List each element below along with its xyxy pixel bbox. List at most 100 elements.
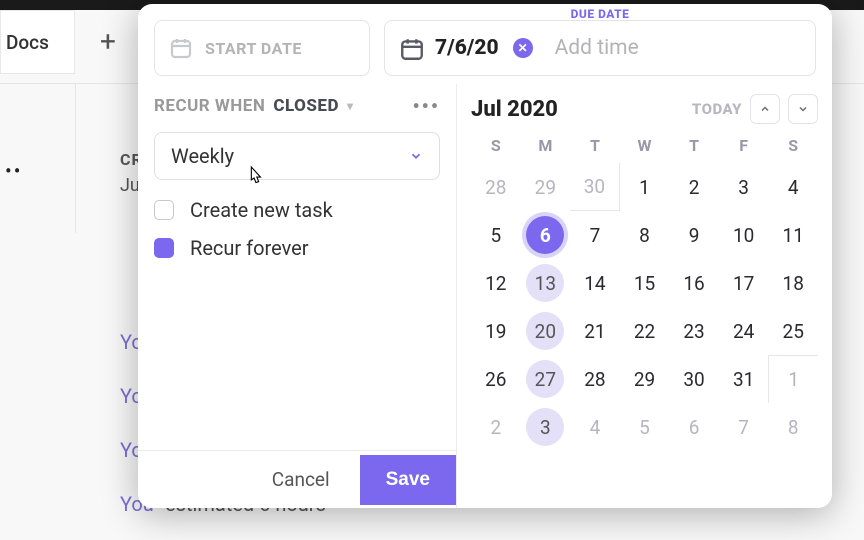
calendar-day[interactable]: 15 xyxy=(620,259,670,307)
calendar-dow: T xyxy=(570,136,620,155)
calendar-day[interactable]: 4 xyxy=(768,163,818,211)
calendar-week: 2345678 xyxy=(471,403,818,451)
calendar-dow: S xyxy=(471,136,521,155)
next-month-button[interactable] xyxy=(788,94,818,124)
calendar-icon xyxy=(399,36,423,60)
calendar-day[interactable]: 14 xyxy=(570,259,620,307)
calendar-day[interactable]: 19 xyxy=(471,307,521,355)
calendar-dow: S xyxy=(768,136,818,155)
calendar-day[interactable]: 31 xyxy=(719,355,769,403)
selected-day-marker: 6 xyxy=(526,216,564,254)
calendar-day[interactable]: 27 xyxy=(521,355,571,403)
calendar-day[interactable]: 8 xyxy=(768,403,818,451)
calendar-day[interactable]: 7 xyxy=(570,211,620,259)
calendar-day[interactable]: 28 xyxy=(471,163,521,211)
calendar-day[interactable]: 22 xyxy=(620,307,670,355)
calendar-day[interactable]: 9 xyxy=(669,211,719,259)
recurrence-panel: RECUR WHEN CLOSED ▾ ••• Weekly Create ne… xyxy=(138,84,457,508)
calendar-day[interactable]: 5 xyxy=(471,211,521,259)
cancel-button[interactable]: Cancel xyxy=(266,468,336,491)
recur-trigger-select[interactable]: RECUR WHEN CLOSED ▾ ••• xyxy=(154,94,440,118)
create-new-task-label: Create new task xyxy=(190,198,333,222)
calendar-day[interactable]: 2 xyxy=(471,403,521,451)
recur-state: CLOSED xyxy=(273,96,339,116)
calendar-day[interactable]: 11 xyxy=(768,211,818,259)
calendar-day[interactable]: 29 xyxy=(521,163,571,211)
calendar-week: 12131415161718 xyxy=(471,259,818,307)
calendar-day[interactable]: 20 xyxy=(521,307,571,355)
frequency-dropdown[interactable]: Weekly xyxy=(154,132,440,180)
calendar-day[interactable]: 23 xyxy=(669,307,719,355)
calendar-grid: 2829301234567891011121314151617181920212… xyxy=(471,163,818,451)
calendar-day[interactable]: 29 xyxy=(620,355,670,403)
calendar-day[interactable]: 7 xyxy=(719,403,769,451)
calendar-icon xyxy=(169,36,193,60)
recur-forever-label: Recur forever xyxy=(190,236,309,260)
calendar-day[interactable]: 13 xyxy=(521,259,571,307)
calendar-day[interactable]: 30 xyxy=(669,355,719,403)
calendar-day[interactable]: 24 xyxy=(719,307,769,355)
calendar-day[interactable]: 10 xyxy=(719,211,769,259)
recur-prefix: RECUR WHEN xyxy=(154,96,265,116)
recur-forever-option[interactable]: Recur forever xyxy=(154,236,440,260)
calendar-day[interactable]: 25 xyxy=(768,307,818,355)
chevron-down-icon: ▾ xyxy=(347,99,354,113)
recurring-day-marker: 13 xyxy=(526,264,564,302)
calendar-dow: F xyxy=(719,136,769,155)
calendar-day[interactable]: 28 xyxy=(570,355,620,403)
calendar-day[interactable]: 17 xyxy=(719,259,769,307)
clear-due-date-icon[interactable]: ✕ xyxy=(513,38,533,58)
add-time-button[interactable]: Add time xyxy=(555,36,639,60)
calendar-day[interactable]: 3 xyxy=(521,403,571,451)
calendar-month-title: Jul 2020 xyxy=(471,97,558,122)
create-new-task-option[interactable]: Create new task xyxy=(154,198,440,222)
calendar-header: Jul 2020 TODAY xyxy=(471,94,818,124)
tab-docs-label: Docs xyxy=(6,31,49,54)
calendar-day[interactable]: 4 xyxy=(570,403,620,451)
start-date-field[interactable]: START DATE xyxy=(154,20,370,76)
footer: Cancel Save xyxy=(138,450,456,508)
calendar-day[interactable]: 1 xyxy=(768,355,818,403)
calendar-day[interactable]: 8 xyxy=(620,211,670,259)
due-date-label: DUE DATE xyxy=(571,7,630,21)
calendar-day[interactable]: 1 xyxy=(620,163,670,211)
calendar-day[interactable]: 6 xyxy=(521,211,571,259)
calendar-dow: W xyxy=(620,136,670,155)
calendar-day[interactable]: 16 xyxy=(669,259,719,307)
calendar-day[interactable]: 26 xyxy=(471,355,521,403)
recurring-day-marker: 20 xyxy=(526,312,564,350)
start-date-placeholder: START DATE xyxy=(205,39,302,58)
popup-body: RECUR WHEN CLOSED ▾ ••• Weekly Create ne… xyxy=(138,84,832,508)
recurring-day-marker: 27 xyxy=(526,360,564,398)
calendar-week: 2829301234 xyxy=(471,163,818,211)
date-row: START DATE DUE DATE 7/6/20 ✕ Add time xyxy=(138,4,832,84)
calendar-dow: T xyxy=(669,136,719,155)
more-options-icon[interactable]: ••• xyxy=(412,94,440,118)
due-date-field[interactable]: DUE DATE 7/6/20 ✕ Add time xyxy=(384,20,816,76)
calendar-day[interactable]: 5 xyxy=(620,403,670,451)
more-icon[interactable]: •• xyxy=(5,159,23,183)
calendar-dow-row: SMTWTFS xyxy=(471,136,818,155)
calendar-day[interactable]: 3 xyxy=(719,163,769,211)
calendar-day[interactable]: 12 xyxy=(471,259,521,307)
calendar-week: 2627282930311 xyxy=(471,355,818,403)
calendar-day[interactable]: 18 xyxy=(768,259,818,307)
chevron-down-icon xyxy=(409,144,423,168)
calendar-panel: Jul 2020 TODAY SMTWTFS 28293012345678910… xyxy=(457,84,832,508)
calendar-day[interactable]: 21 xyxy=(570,307,620,355)
prev-month-button[interactable] xyxy=(750,94,780,124)
add-tab-icon[interactable]: + xyxy=(100,25,116,58)
calendar-day[interactable]: 2 xyxy=(669,163,719,211)
frequency-value: Weekly xyxy=(171,144,234,168)
calendar-day[interactable]: 6 xyxy=(669,403,719,451)
calendar-week: 19202122232425 xyxy=(471,307,818,355)
checkbox-icon[interactable] xyxy=(154,200,174,220)
save-button[interactable]: Save xyxy=(360,455,456,505)
checkbox-icon[interactable] xyxy=(154,238,174,258)
today-button[interactable]: TODAY xyxy=(692,100,742,118)
calendar-day[interactable]: 30 xyxy=(570,163,620,211)
calendar-week: 567891011 xyxy=(471,211,818,259)
tab-docs[interactable]: Docs xyxy=(0,10,75,74)
divider xyxy=(75,83,76,233)
date-picker-popup: START DATE DUE DATE 7/6/20 ✕ Add time RE… xyxy=(138,4,832,508)
